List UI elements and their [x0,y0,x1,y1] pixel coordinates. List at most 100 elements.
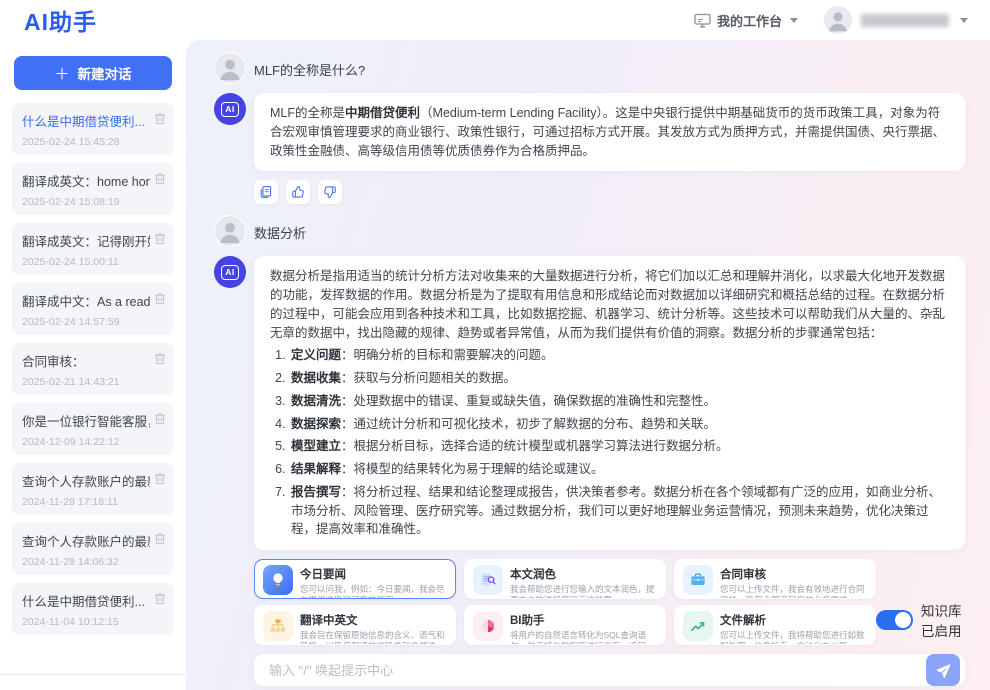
feature-card-file-parse[interactable]: 文件解析 您可以上传文件，我将帮助您进行如数据处理、信息检索、自动化办公等。 [674,605,876,645]
conversation-item[interactable]: 合同审核： 2025-02-21 14:43:21 [12,343,174,395]
trash-icon[interactable] [154,292,166,305]
bottom-panel: 今日要闻 您可以问我，例如：今日要闻，我会尽力提供准确和可靠的答案。 本文润色 … [254,559,965,645]
toggle-on-icon[interactable] [876,610,913,630]
analysis-step: 数据收集：获取与分析问题相关的数据。 [289,369,949,388]
thumbs-up-button[interactable] [286,180,310,204]
feature-card-translate[interactable]: 翻译中英文 我会旨在保留原始信息的含义、语气和风格，以确保翻译的准确性和自然流畅… [254,605,456,645]
card-title: 今日要闻 [300,569,346,581]
knowledge-base-label: 知识库已启用 [921,600,965,640]
card-body: 今日要闻 您可以问我，例如：今日要闻，我会尽力提供准确和可靠的答案。 [300,565,447,599]
answer-bold-term: 中期借贷便利 [345,106,420,120]
conversation-item[interactable]: 翻译成英文：home home 2025-02-24 15:08:19 [12,163,174,215]
knowledge-base-toggle-area[interactable]: 知识库已启用 [876,600,965,640]
ai-badge: AI [221,102,239,117]
body-row: ＋ 新建对话 什么是中期借贷便利... 2025-02-24 15:45:28 … [0,40,990,690]
copy-button[interactable] [254,180,278,204]
conversation-title: 你是一位银行智能客服，... [22,411,150,430]
trash-icon[interactable] [154,592,166,605]
conversation-title: 查询个人存款账户的最新... [22,531,150,550]
document-magnifier-icon [473,565,503,595]
ai-message-row: AI 数据分析是指用适当的统计分析方法对收集来的大量数据进行分析，将它们加以汇总… [214,256,965,550]
card-desc: 将用户的自然语言转化为SQL查询语句，并直接与数据库进行交互，返回智能推荐的图表… [510,630,657,645]
ai-message-row: AI MLF的全称是中期借贷便利（Medium-term Lending Fac… [214,93,965,171]
analysis-step: 定义问题：明确分析的目标和需要解决的问题。 [289,346,949,365]
conversation-item[interactable]: 什么是中期借贷便利... 2025-02-24 15:45:28 [12,103,174,155]
user-avatar [824,6,852,34]
briefcase-icon [683,565,713,595]
workspace-menu[interactable]: 我的工作台 [694,11,798,30]
hierarchy-icon [263,611,293,641]
trash-icon[interactable] [154,172,166,185]
analysis-step: 数据探索：通过统计分析和可视化技术，初步了解数据的分布、趋势和关联。 [289,415,949,434]
card-title: BI助手 [510,615,545,627]
step-label: 数据清洗 [291,394,341,408]
lightbulb-icon [263,565,293,595]
conversation-item[interactable]: 翻译成中文：As a reader... 2025-02-24 14:57:59 [12,283,174,335]
conversation-time: 2024-11-28 14:06:32 [22,556,164,568]
thumbs-down-button[interactable] [318,180,342,204]
user-message-row: 数据分析 [214,215,965,247]
conversation-title: 什么是中期借贷便利... [22,111,150,130]
conversation-item[interactable]: 查询个人存款账户的最新... 2024-11-28 17:18:11 [12,463,174,515]
card-title: 翻译中英文 [300,615,358,627]
workspace-label: 我的工作台 [717,11,782,30]
toggle-knob [895,612,911,628]
step-label: 结果解释 [291,462,341,476]
card-body: 文件解析 您可以上传文件，我将帮助您进行如数据处理、信息检索、自动化办公等。 [720,611,867,645]
trash-icon[interactable] [154,472,166,485]
message-input[interactable] [269,663,926,678]
step-text: ：明确分析的目标和需要解决的问题。 [341,348,554,362]
user-avatar [214,215,246,247]
conversation-time: 2024-11-28 17:18:11 [22,496,164,508]
conversation-time: 2024-11-04 10:12:15 [22,616,164,628]
answer-text: MLF的全称是 [270,106,345,120]
conversation-title: 什么是中期借贷便利... [22,591,150,610]
conversation-item[interactable]: 查询个人存款账户的最新... 2024-11-28 14:06:32 [12,523,174,575]
conversation-title: 翻译成英文：home home [22,171,150,190]
step-text: ：处理数据中的错误、重复或缺失值，确保数据的准确性和完整性。 [341,394,716,408]
conversation-list: 什么是中期借贷便利... 2025-02-24 15:45:28 翻译成英文：h… [0,103,186,668]
plus-icon: ＋ [54,63,69,84]
conversation-item[interactable]: 你是一位银行智能客服，... 2024-12-09 14:22:12 [12,403,174,455]
feature-card-text-polish[interactable]: 本文润色 我会帮助您进行您输入的文本润色，提高文本的流畅度和表达效果。 [464,559,666,599]
analysis-steps: 定义问题：明确分析的目标和需要解决的问题。 数据收集：获取与分析问题相关的数据。… [270,346,949,539]
step-text: ：通过统计分析和可视化技术，初步了解数据的分布、趋势和关联。 [341,417,716,431]
pie-chart-icon [473,611,503,641]
message-actions [254,180,965,204]
username-redacted [861,14,949,27]
step-label: 模型建立 [291,439,341,453]
conversation-time: 2025-02-24 14:57:59 [22,316,164,328]
step-text: ：将模型的结果转化为易于理解的结论或建议。 [341,462,604,476]
card-title: 文件解析 [720,615,766,627]
card-body: BI助手 将用户的自然语言转化为SQL查询语句，并直接与数据库进行交互，返回智能… [510,611,657,645]
trash-icon[interactable] [154,412,166,425]
app-window: AI助手 我的工作台 ＋ 新建对话 什么是中期借贷便利 [0,0,990,690]
trash-icon[interactable] [154,532,166,545]
trash-icon[interactable] [154,112,166,125]
chevron-down-icon [790,18,798,23]
card-title: 合同审核 [720,569,766,581]
feature-card-contract-review[interactable]: 合同审核 您可以上传文件，我会有效地进行合同审核，确保合同满足您的业务需求。 [674,559,876,599]
trash-icon[interactable] [154,232,166,245]
conversation-title: 翻译成中文：As a reader... [22,291,150,310]
send-button[interactable] [926,654,960,686]
user-message-text: MLF的全称是什么? [254,52,365,79]
conversation-item[interactable]: 什么是中期借贷便利... 2024-11-04 10:12:15 [12,583,174,635]
user-menu[interactable] [824,6,968,34]
sidebar: ＋ 新建对话 什么是中期借贷便利... 2025-02-24 15:45:28 … [0,40,186,690]
feature-card-bi-assistant[interactable]: BI助手 将用户的自然语言转化为SQL查询语句，并直接与数据库进行交互，返回智能… [464,605,666,645]
new-chat-button[interactable]: ＋ 新建对话 [14,56,172,90]
step-label: 定义问题 [291,348,341,362]
monitor-icon [694,13,711,28]
trash-icon[interactable] [154,352,166,365]
conversation-time: 2025-02-24 15:00:11 [22,256,164,268]
ai-avatar: AI [214,256,246,288]
conversation-time: 2025-02-21 14:43:21 [22,376,164,388]
conversation-item[interactable]: 翻译成英文：记得刚开始... 2025-02-24 15:00:11 [12,223,174,275]
card-desc: 您可以问我，例如：今日要闻，我会尽力提供准确和可靠的答案。 [300,584,447,599]
feature-card-today-news[interactable]: 今日要闻 您可以问我，例如：今日要闻，我会尽力提供准确和可靠的答案。 [254,559,456,599]
card-body: 翻译中英文 我会旨在保留原始信息的含义、语气和风格，以确保翻译的准确性和自然流畅… [300,611,447,645]
conversation-title: 翻译成英文：记得刚开始... [22,231,150,250]
step-text: ：根据分析目标，选择合适的统计模型或机器学习算法进行数据分析。 [341,439,729,453]
composer-bar [254,654,965,686]
